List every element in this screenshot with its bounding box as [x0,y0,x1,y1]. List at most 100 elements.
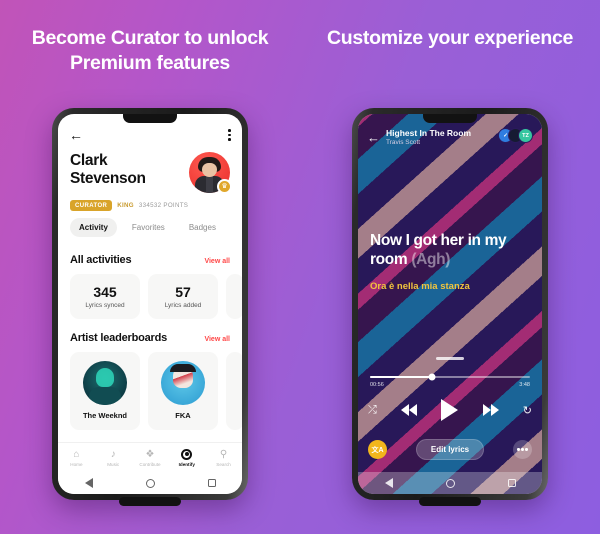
nav-item-music[interactable]: ♪ Music [96,449,130,467]
left-headline: Become Curator to unlock Premium feature… [31,27,269,74]
seek-track[interactable] [370,373,530,381]
song-title: Highest In The Room [386,128,471,138]
elapsed-time: 00:56 [370,382,384,388]
now-playing-meta: Highest In The Room Travis Scott [386,128,492,146]
phone-mockup-profile: ← Clark Stevenson ♛ CURATOR KING 334532 … [52,108,248,506]
seek-fill [370,376,433,378]
phone-chin [419,497,481,506]
stat-card-partial[interactable] [226,274,242,319]
previous-icon[interactable] [401,404,418,416]
status-badge: CURATOR [70,200,113,211]
next-icon[interactable] [482,404,499,416]
tab-activity[interactable]: Activity [70,218,117,237]
artist-name: The Weeknd [82,411,128,420]
stat-label: Lyrics synced [85,302,125,309]
android-recents-icon[interactable] [207,479,216,487]
lyric-line: Now I got her in my room (Agh) [370,232,532,270]
play-icon[interactable] [441,399,459,421]
search-icon: ⚲ [219,448,228,460]
artist-avatar-icon [83,361,127,405]
nav-item-contribute[interactable]: ❖ Contribute [133,449,167,467]
kebab-menu-icon[interactable] [228,129,231,141]
phone-chin [119,497,181,506]
profile-tabs: Activity Favorites Badges [70,218,230,237]
android-back-icon[interactable] [84,478,93,488]
activities-section-header: All activities View all [70,254,230,266]
music-note-icon: ♪ [110,448,116,460]
lyric-translation: Ora è nella mia stanza [370,280,470,292]
edit-lyrics-button[interactable]: Edit lyrics [415,439,485,460]
nav-label: Identify [178,461,195,467]
identify-record-icon [181,448,193,460]
profile-appbar: ← [58,124,242,146]
lyric-adlib: (Agh) [407,250,451,268]
nav-label: Contribute [139,461,161,467]
duration-time: 3:48 [519,382,530,388]
page-title: Clark Stevenson [70,152,146,188]
artwork-tint-overlay [358,114,542,494]
android-recents-icon[interactable] [507,479,516,487]
player-action-bar: 文A Edit lyrics [368,439,532,460]
artist-avatar-icon [161,361,205,405]
sheet-drag-handle[interactable] [436,357,464,360]
list-item[interactable]: FKA [148,352,218,430]
activities-view-all-link[interactable]: View all [204,258,230,265]
nav-label: Music [107,461,120,467]
nav-item-identify[interactable]: Identify [170,448,204,467]
back-arrow-icon[interactable]: ← [69,128,83,142]
rank-label: KING [117,202,134,209]
back-arrow-icon[interactable]: ← [367,131,380,144]
avatar-face [202,163,217,177]
contributor-avatars[interactable]: ✓ TZ [498,128,533,143]
stat-card-lyrics-synced[interactable]: 345 Lyrics synced [70,274,140,319]
tab-favorites[interactable]: Favorites [123,218,174,237]
artist-leaderboard-row: The Weeknd FKA [70,352,242,430]
stat-value: 345 [93,284,117,300]
leaderboards-title: Artist leaderboards [70,332,168,344]
android-back-icon[interactable] [384,478,393,488]
profile-header: Clark Stevenson ♛ [70,152,232,194]
android-home-icon[interactable] [445,478,455,488]
list-item-partial[interactable] [226,352,242,430]
crown-icon: ♛ [217,179,232,194]
seek-timestamps: 00:56 3:48 [370,382,530,388]
stat-value: 57 [175,284,191,300]
nav-label: Home [70,461,83,467]
translate-button[interactable]: 文A [368,440,387,459]
home-icon: ⌂ [73,448,80,460]
bottom-navigation: ⌂ Home ♪ Music ❖ Contribute Identify ⚲ S… [58,442,242,472]
activity-stats-row: 345 Lyrics synced 57 Lyrics added [70,274,242,319]
contribute-sparkle-icon: ❖ [145,448,155,460]
seek-knob[interactable] [428,373,436,381]
lyrics-block[interactable]: Now I got her in my room (Agh) Ora è nel… [370,232,532,292]
list-item[interactable]: The Weeknd [70,352,140,430]
player-top-bar: ← Highest In The Room Travis Scott ✓ TZ [358,128,542,146]
leaderboards-section-header: Artist leaderboards View all [70,332,230,344]
android-system-nav [58,472,242,494]
playback-controls: ⤮ ↻ [368,399,532,421]
android-home-icon[interactable] [145,478,155,488]
seek-bar[interactable]: 00:56 3:48 [370,373,530,388]
leaderboards-view-all-link[interactable]: View all [204,336,230,343]
profile-screen: ← Clark Stevenson ♛ CURATOR KING 334532 … [58,114,242,494]
tab-badges[interactable]: Badges [180,218,225,237]
player-screen: ← Highest In The Room Travis Scott ✓ TZ … [358,114,542,494]
avatar[interactable]: ♛ [189,152,232,194]
more-icon[interactable] [513,440,532,459]
right-headline: Customize your experience [326,27,574,49]
android-system-nav [358,472,542,494]
nav-item-search[interactable]: ⚲ Search [207,449,241,467]
stat-card-lyrics-added[interactable]: 57 Lyrics added [148,274,218,319]
repeat-icon[interactable]: ↻ [523,404,532,417]
profile-meta: CURATOR KING 334532 POINTS [70,200,230,211]
artist-name: FKA [175,411,191,420]
nav-item-home[interactable]: ⌂ Home [59,449,93,467]
contributor-avatar-tz: TZ [518,128,533,143]
song-artist: Travis Scott [386,139,421,147]
activities-title: All activities [70,254,132,266]
phone-notch [423,114,477,123]
phone-mockup-player: ← Highest In The Room Travis Scott ✓ TZ … [352,108,548,506]
shuffle-icon[interactable]: ⤮ [368,404,377,417]
points-label: 334532 POINTS [138,202,189,209]
phone-notch [123,114,177,123]
